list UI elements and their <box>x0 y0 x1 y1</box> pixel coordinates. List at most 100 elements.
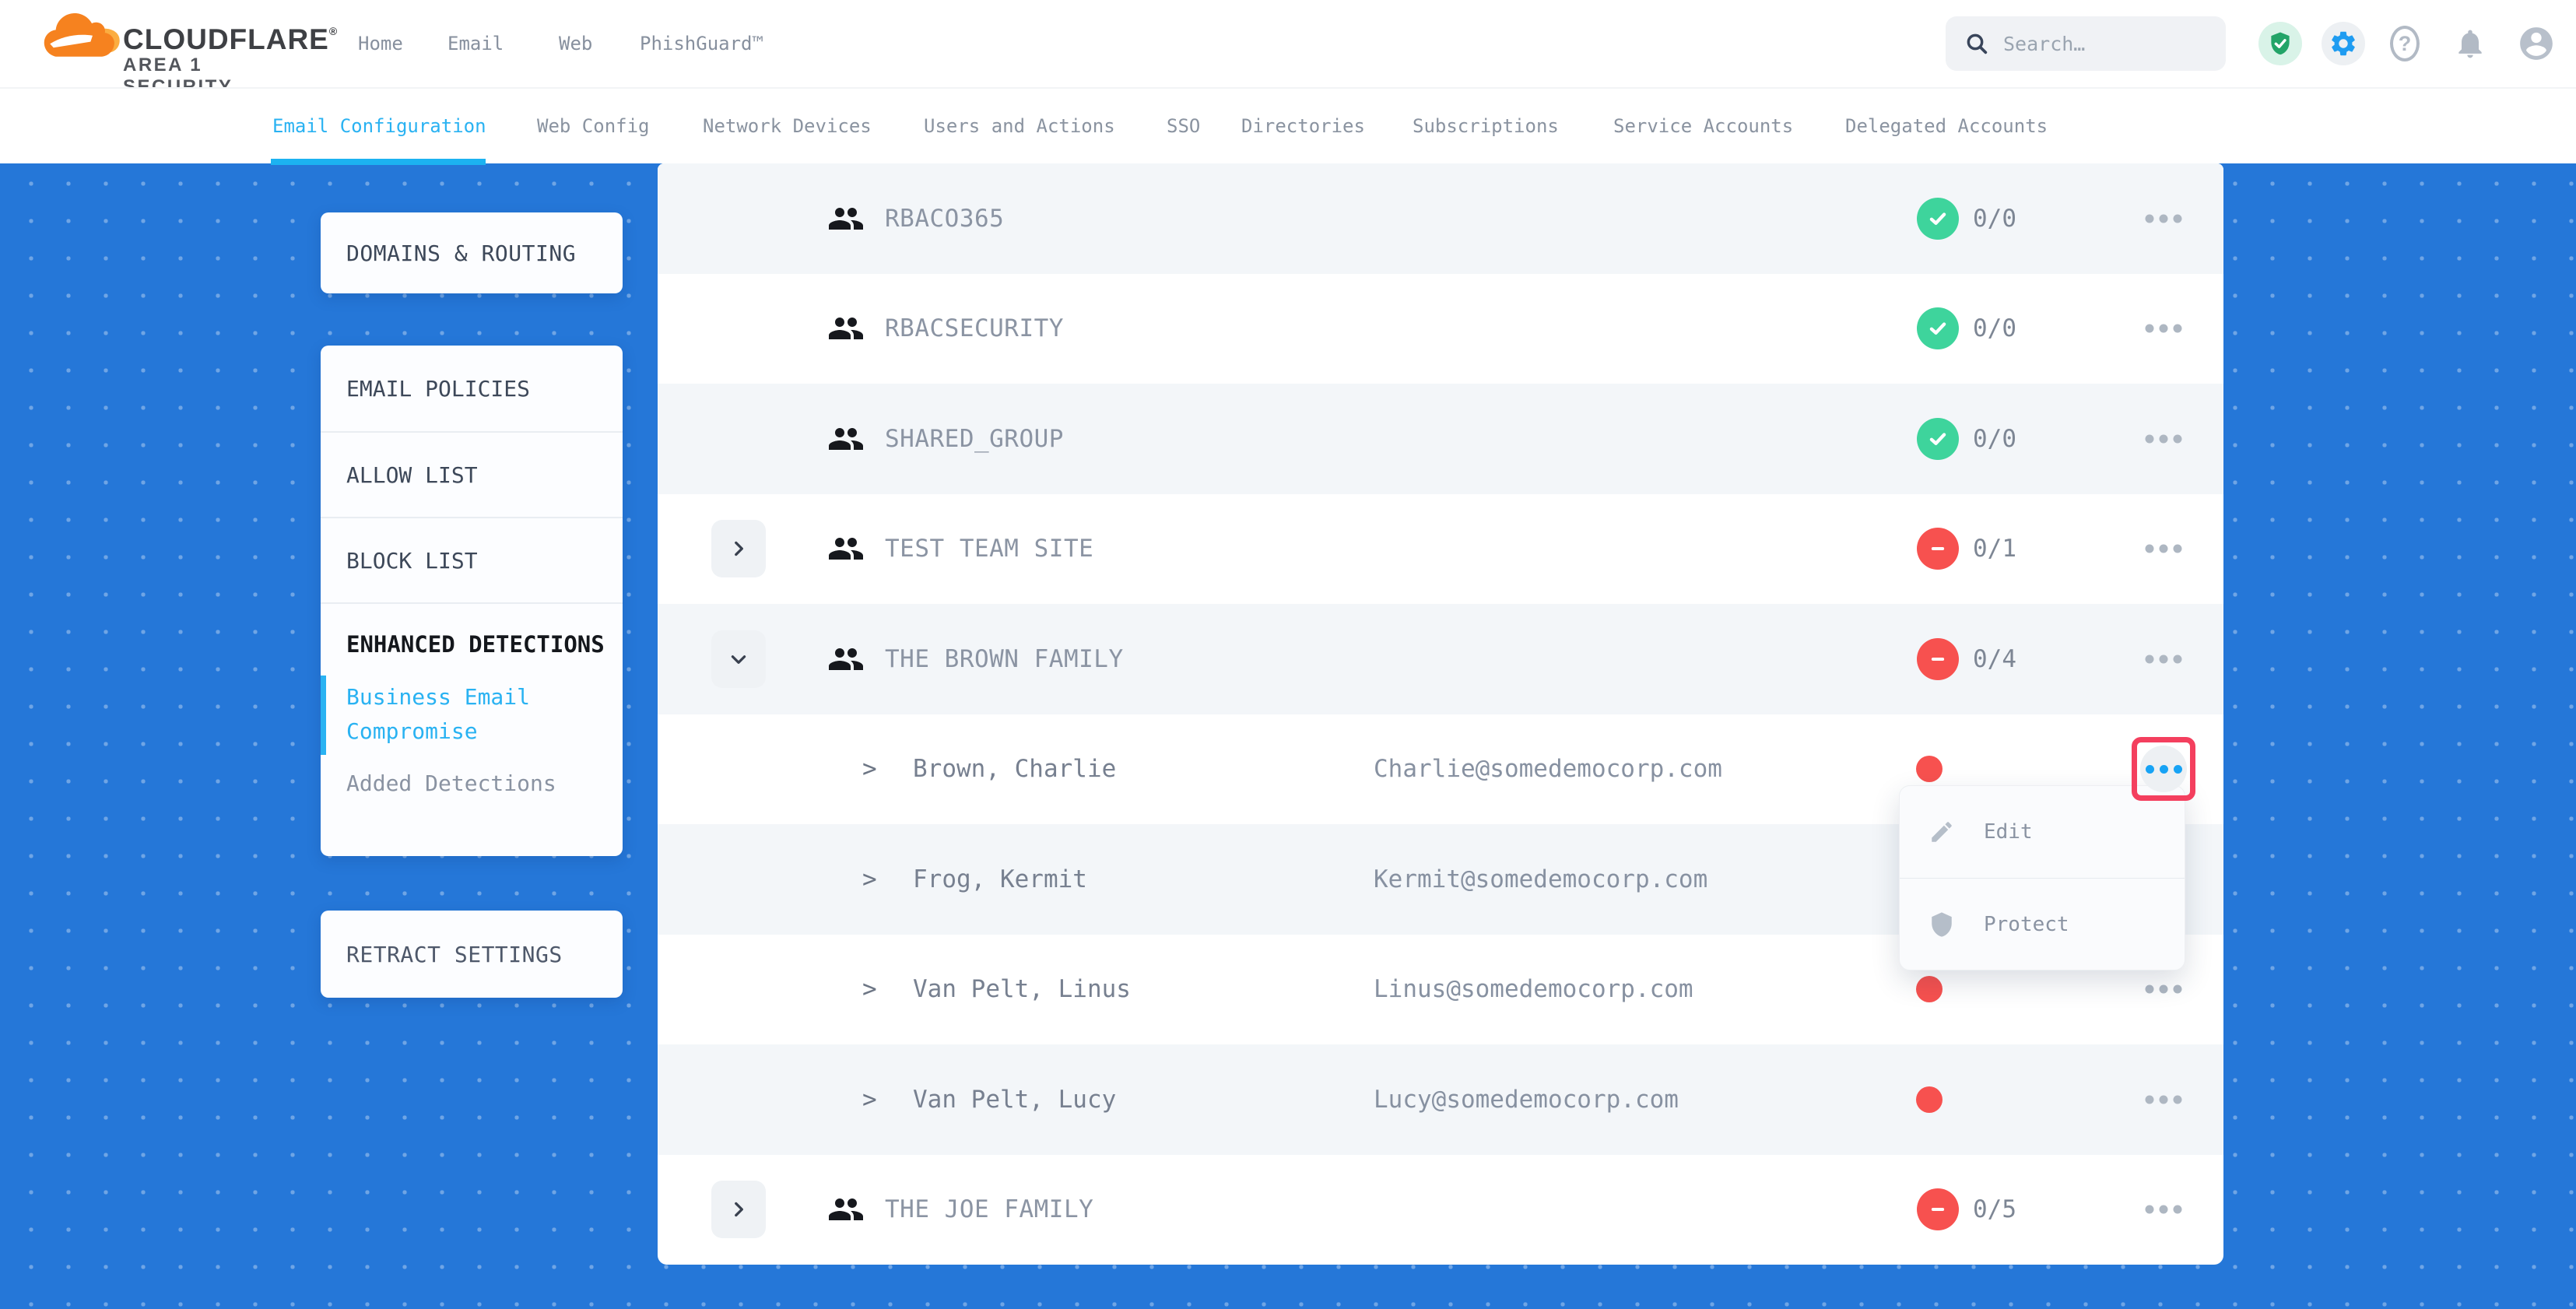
member-email: Lucy@somedemocorp.com <box>1374 1086 1679 1114</box>
row-menu-button[interactable] <box>2146 985 2182 994</box>
minus-icon <box>1926 1198 1950 1221</box>
settings-button[interactable] <box>2322 22 2365 65</box>
bell-icon <box>2453 26 2487 61</box>
status-badge <box>1917 1188 1959 1230</box>
sidebar-item-business-email-compromise[interactable]: Business Email Compromise <box>321 680 623 749</box>
status-badge <box>1917 198 1959 240</box>
row-menu-button[interactable] <box>2146 1095 2182 1104</box>
status-badge <box>1917 418 1959 460</box>
status-badge <box>1917 307 1959 349</box>
tab-directories[interactable]: Directories <box>1241 89 1365 163</box>
expand-row-button[interactable] <box>711 1181 766 1238</box>
row-menu-button[interactable] <box>2146 654 2182 663</box>
minus-icon <box>1926 537 1950 560</box>
member-chevron[interactable]: > <box>862 865 877 893</box>
search-icon <box>1964 31 1989 56</box>
table-row-group: THE JOE FAMILY 0/5 <box>658 1155 2223 1265</box>
member-chevron[interactable]: > <box>862 1086 877 1114</box>
member-name: Van Pelt, Linus <box>913 975 1131 1003</box>
member-chevron[interactable]: > <box>862 755 877 783</box>
status-dot <box>1916 1086 1943 1113</box>
table-row-member: > Van Pelt, Lucy Lucy@somedemocorp.com <box>658 1044 2223 1155</box>
expand-row-button[interactable] <box>711 630 766 688</box>
row-menu-button[interactable] <box>2146 214 2182 223</box>
table-row-group: TEST TEAM SITE 0/1 <box>658 494 2223 605</box>
tab-users-and-actions[interactable]: Users and Actions <box>924 89 1115 163</box>
check-icon <box>1926 427 1950 451</box>
active-item-bar <box>321 676 326 755</box>
row-menu-button[interactable] <box>2146 1205 2182 1214</box>
shield-icon <box>1928 911 1955 938</box>
tab-delegated-accounts[interactable]: Delegated Accounts <box>1845 89 2048 163</box>
cloudflare-logo[interactable]: CLOUDFLARE® AREA 1 SECURITY <box>43 6 307 81</box>
table-row-group: RBACSECURITY 0/0 <box>658 274 2223 384</box>
protection-count: 0/4 <box>1973 645 2016 673</box>
sidebar-card-policies: EMAIL POLICIES ALLOW LIST BLOCK LIST ENH… <box>321 346 623 856</box>
group-name: THE JOE FAMILY <box>885 1195 1093 1223</box>
expand-row-button[interactable] <box>711 520 766 577</box>
status-badge <box>1917 528 1959 570</box>
sidebar-item-enhanced-detections[interactable]: ENHANCED DETECTIONS <box>321 604 623 662</box>
top-nav-phishguard[interactable]: PhishGuard™ <box>640 0 763 87</box>
tab-network-devices[interactable]: Network Devices <box>703 89 872 163</box>
sidebar-item-email-policies[interactable]: EMAIL POLICIES <box>321 346 623 433</box>
member-chevron[interactable]: > <box>862 975 877 1003</box>
avatar-icon <box>2517 24 2556 63</box>
top-nav-web[interactable]: Web <box>559 0 592 87</box>
top-nav-email[interactable]: Email <box>447 0 504 87</box>
row-menu-button[interactable] <box>2146 325 2182 333</box>
table-row-group: SHARED_GROUP 0/0 <box>658 384 2223 494</box>
member-email: Linus@somedemocorp.com <box>1374 975 1693 1003</box>
account-button[interactable] <box>2515 22 2558 65</box>
group-name: RBACSECURITY <box>885 314 1064 342</box>
cloudflare-cloud-icon <box>43 9 122 59</box>
context-menu-item-protect[interactable]: Protect <box>1900 879 2185 970</box>
gear-icon <box>2329 29 2358 58</box>
sidebar-item-retract-settings[interactable]: RETRACT SETTINGS <box>321 911 623 998</box>
row-menu-button[interactable] <box>2146 545 2182 553</box>
member-name: Brown, Charlie <box>913 755 1116 783</box>
member-email: Charlie@somedemocorp.com <box>1374 755 1722 783</box>
row-context-menu: Edit Protect <box>1899 785 2185 970</box>
security-status-button[interactable] <box>2258 22 2302 65</box>
group-name: SHARED_GROUP <box>885 425 1064 453</box>
group-icon <box>827 420 865 458</box>
sidebar-item-block-list[interactable]: BLOCK LIST <box>321 518 623 604</box>
sidebar-card-domains-routing[interactable]: DOMAINS & ROUTING <box>321 212 623 293</box>
shield-check-icon <box>2267 30 2293 57</box>
tab-web-config[interactable]: Web Config <box>537 89 650 163</box>
member-name: Van Pelt, Lucy <box>913 1086 1116 1114</box>
status-badge <box>1917 638 1959 680</box>
group-icon <box>827 310 865 347</box>
protection-count: 0/0 <box>1973 425 2016 453</box>
logo-wordmark: CLOUDFLARE® <box>123 23 338 56</box>
help-button[interactable]: ? <box>2383 22 2427 65</box>
sidebar-item-allow-list[interactable]: ALLOW LIST <box>321 433 623 518</box>
active-tab-underline <box>271 159 486 165</box>
tab-service-accounts[interactable]: Service Accounts <box>1613 89 1793 163</box>
protection-count: 0/1 <box>1973 535 2016 563</box>
row-menu-button[interactable] <box>2132 737 2195 801</box>
search-input[interactable] <box>2003 16 2213 71</box>
config-tabs-bar: Email Configuration Web Config Network Dev… <box>0 87 2576 163</box>
group-name: TEST TEAM SITE <box>885 535 1093 563</box>
tab-email-configuration[interactable]: Email Configuration <box>272 89 486 163</box>
group-name: THE BROWN FAMILY <box>885 645 1124 673</box>
sidebar-item-added-detections[interactable]: Added Detections <box>321 770 623 796</box>
group-icon <box>827 1191 865 1228</box>
status-dot <box>1916 976 1943 1002</box>
protection-count: 0/0 <box>1973 314 2016 342</box>
minus-icon <box>1926 647 1950 671</box>
check-icon <box>1926 207 1950 230</box>
sidebar-card-retract-settings[interactable]: RETRACT SETTINGS <box>321 911 623 998</box>
notifications-button[interactable] <box>2448 22 2492 65</box>
row-menu-button[interactable] <box>2146 434 2182 443</box>
groups-table: RBACO365 0/0 RBACSECURITY 0/0 SHARED_GRO… <box>658 163 2223 1265</box>
tab-sso[interactable]: SSO <box>1167 89 1200 163</box>
top-nav-home[interactable]: Home <box>358 0 403 87</box>
sidebar-item-domains-routing[interactable]: DOMAINS & ROUTING <box>321 212 623 293</box>
tab-subscriptions[interactable]: Subscriptions <box>1413 89 1559 163</box>
protection-count: 0/0 <box>1973 205 2016 233</box>
search-box[interactable] <box>1946 16 2226 71</box>
group-icon <box>827 200 865 237</box>
